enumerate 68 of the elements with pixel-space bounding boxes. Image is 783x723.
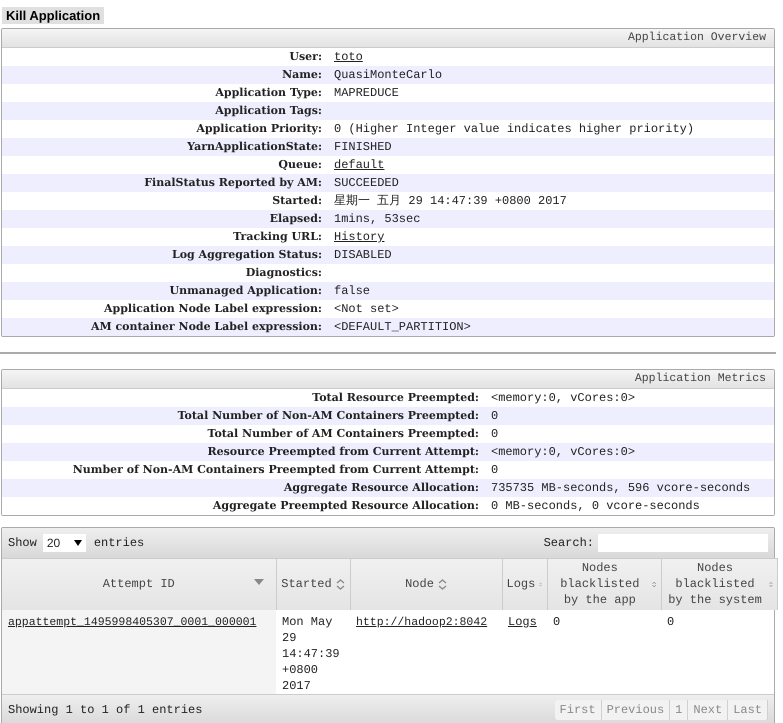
field-value: DISABLED <box>334 247 392 264</box>
field-label: Application Tags: <box>214 102 322 119</box>
sort-descending-icon <box>254 579 264 585</box>
table-cell: 0 <box>553 614 560 628</box>
column-header[interactable]: Node <box>350 558 502 610</box>
field-label: Resource Preempted from Current Attempt: <box>206 444 479 460</box>
field-label: Elapsed: <box>268 210 322 227</box>
field-value: <memory:0, vCores:0> <box>491 444 636 461</box>
field-label: Total Resource Preempted: <box>311 390 479 406</box>
column-header[interactable]: Nodes blacklisted by the system <box>661 558 777 610</box>
field-value: FINISHED <box>334 139 392 156</box>
field-link[interactable]: toto <box>334 48 363 66</box>
entries-label: entries <box>94 535 144 552</box>
sort-icon <box>336 578 345 590</box>
field-value: false <box>334 283 370 300</box>
field-label: Queue: <box>277 156 322 173</box>
field-label: Aggregate Resource Allocation: <box>282 480 479 496</box>
field-label: Total Number of Non-AM Containers Preempted: <box>176 408 479 424</box>
field-label: Diagnostics: <box>244 264 322 281</box>
field-label: Number of Non-AM Containers Preempted from Current Attempt: <box>72 462 479 478</box>
field-label: Tracking URL: <box>232 228 322 245</box>
field-label: Total Number of AM Containers Preempted: <box>206 426 479 442</box>
table-cell: Mon May 29 14:47:39 +0800 2017 <box>282 614 340 692</box>
field-value: 0 MB-seconds, 0 vcore-seconds <box>491 498 700 515</box>
field-value: MAPREDUCE <box>334 85 399 102</box>
column-header[interactable]: Logs <box>502 558 547 610</box>
search-field[interactable] <box>598 534 768 552</box>
field-value: <DEFAULT_PARTITION> <box>334 319 471 336</box>
field-value: SUCCEEDED <box>334 175 399 192</box>
page-size-select[interactable]: 20 <box>42 534 86 552</box>
field-value: 0 <box>491 426 498 443</box>
table-cell: 0 <box>667 614 674 628</box>
field-value: <Not set> <box>334 301 399 318</box>
logs-link[interactable]: Logs <box>508 614 537 628</box>
column-header[interactable]: Started <box>276 558 350 610</box>
field-label: Application Node Label expression: <box>102 300 322 317</box>
field-value: 0 (Higher Integer value indicates higher priority) <box>334 121 694 138</box>
field-value: QuasiMonteCarlo <box>334 67 442 84</box>
field-value: 1mins, 53sec <box>334 211 420 228</box>
field-value: 0 <box>491 462 498 479</box>
field-label: Started: <box>271 192 322 209</box>
show-label: Show <box>8 535 37 552</box>
dropdown-arrow-icon <box>74 540 82 546</box>
table-info: Showing 1 to 1 of 1 entries <box>8 702 202 719</box>
panel-title: Application Metrics <box>634 371 766 388</box>
field-label: AM container Node Label expression: <box>90 318 322 335</box>
field-label: Application Type: <box>214 84 322 101</box>
field-label: YarnApplicationState: <box>186 138 322 155</box>
field-label: Unmanaged Application: <box>168 282 322 299</box>
sort-icon <box>438 578 447 590</box>
field-label: Log Aggregation Status: <box>170 246 322 263</box>
field-label: Application Priority: <box>195 120 322 137</box>
field-link[interactable]: default <box>334 156 384 174</box>
kill-application-button[interactable]: Kill Application <box>2 7 104 24</box>
column-header[interactable]: Nodes blacklisted by the app <box>547 558 661 610</box>
field-value: 星期一 五月 29 14:47:39 +0800 2017 <box>334 193 567 210</box>
field-value: 735735 MB-seconds, 596 vcore-seconds <box>491 480 750 497</box>
panel-title: Application Overview <box>628 30 766 46</box>
field-label: User: <box>288 48 322 65</box>
node-link[interactable]: http://hadoop2:8042 <box>356 616 488 628</box>
field-value: 0 <box>491 408 498 425</box>
field-value: <memory:0, vCores:0> <box>491 390 636 407</box>
search-label: Search: <box>544 535 594 552</box>
field-label: FinalStatus Reported by AM: <box>143 174 322 191</box>
field-label: Aggregate Preempted Resource Allocation: <box>212 498 479 514</box>
field-link[interactable]: History <box>334 228 384 246</box>
field-label: Name: <box>281 66 322 83</box>
attempt-link[interactable]: appattempt_1495998405307_0001_000001 <box>8 616 256 628</box>
